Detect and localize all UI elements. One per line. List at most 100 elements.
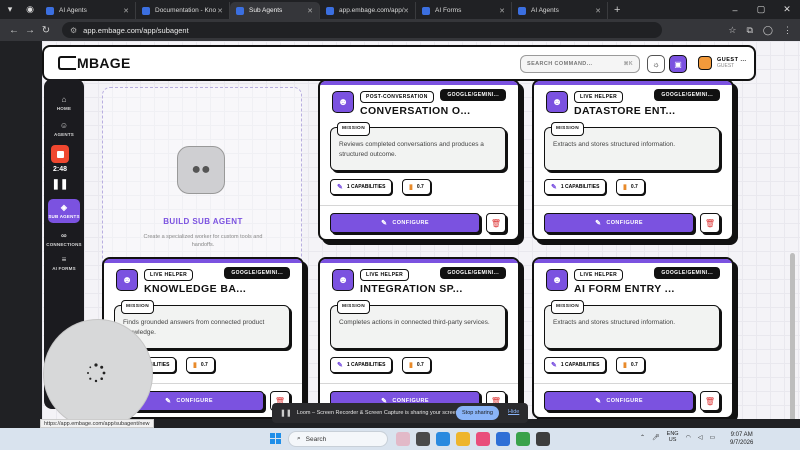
- delete-button[interactable]: 🗑︎: [700, 391, 720, 411]
- chrome-icon[interactable]: [516, 432, 530, 446]
- new-tab-button[interactable]: +: [614, 4, 620, 16]
- minimize-icon[interactable]: –: [722, 0, 748, 19]
- mission-label: MISSION: [337, 122, 371, 136]
- model-badge: GOOGLE/GEMINI...: [224, 267, 290, 279]
- close-tab-icon[interactable]: ✕: [595, 7, 601, 15]
- tab-label: AI Agents: [59, 7, 87, 14]
- mission-text: Extracts and stores structured informati…: [553, 319, 676, 326]
- sub-agent-card[interactable]: ☻ LIVE HELPER GOOGLE/GEMINI... DATASTORE EN…: [532, 79, 734, 241]
- tab-label: Documentation - Kno: [155, 7, 217, 14]
- configure-button[interactable]: ✎ CONFIGURE: [544, 213, 694, 233]
- maximize-icon[interactable]: ▢: [748, 0, 774, 19]
- build-sub-agent-card[interactable]: ●● BUILD SUB AGENT Create a specialized …: [102, 87, 302, 282]
- forward-icon[interactable]: →: [22, 25, 38, 36]
- close-tab-icon[interactable]: ✕: [307, 7, 313, 15]
- taskbar: ⌕ Search ⌃ 🎤︎ ENG US ◠ ◁ ▭ 9:07 AM 9/7/2…: [0, 428, 800, 450]
- close-tab-icon[interactable]: ✕: [403, 7, 409, 15]
- browser-tab[interactable]: AI Forms ✕: [416, 2, 512, 19]
- browser-tab[interactable]: app.embage.com/app/✕: [320, 2, 416, 19]
- sub-agent-card[interactable]: ☻ POST-CONVERSATION GOOGLE/GEMINI... CONVER…: [318, 79, 520, 241]
- temperature-pill: ▮ 0.7: [186, 357, 215, 373]
- temperature-text: 0.7: [416, 184, 424, 190]
- close-tab-icon[interactable]: ✕: [123, 7, 129, 15]
- wifi-icon[interactable]: ◠: [686, 434, 691, 441]
- stop-sharing-button[interactable]: Stop sharing: [456, 406, 499, 420]
- temperature-text: 0.7: [200, 362, 208, 368]
- sidebar-item-agents[interactable]: ☺ AGENTS: [44, 121, 84, 137]
- close-tab-icon[interactable]: ✕: [499, 7, 505, 15]
- search-command-input[interactable]: SEARCH COMMAND... ⌘K: [520, 55, 640, 73]
- tab-search-icon[interactable]: ▾: [0, 0, 20, 19]
- terminal-icon[interactable]: [536, 432, 550, 446]
- stop-recording-button[interactable]: [51, 145, 69, 163]
- notifications-icon[interactable]: ▣: [669, 55, 687, 73]
- edge-icon[interactable]: [436, 432, 450, 446]
- wrench-icon: ✎: [551, 362, 557, 369]
- sidebar-item-connections[interactable]: ∞ CONNECTIONS: [44, 231, 84, 247]
- configure-label: CONFIGURE: [392, 220, 429, 226]
- extensions-icon[interactable]: ⧉: [746, 25, 752, 36]
- sidebar-item-sub-agents[interactable]: ◈ SUB AGENTS: [48, 199, 80, 223]
- embage-logo[interactable]: MBAGE: [58, 55, 131, 71]
- search-placeholder: SEARCH COMMAND...: [527, 61, 593, 67]
- tab-label: AI Agents: [531, 7, 559, 14]
- browser-tab[interactable]: Documentation - Kno ✕: [136, 2, 230, 19]
- robot-icon: ☺: [59, 121, 69, 130]
- chevron-up-icon[interactable]: ⌃: [640, 434, 645, 441]
- microphone-icon[interactable]: 🎤︎: [652, 434, 660, 441]
- close-tab-icon[interactable]: ✕: [217, 7, 223, 15]
- pinned-tab-icon[interactable]: ◉: [20, 0, 40, 19]
- mission-label: MISSION: [337, 300, 371, 314]
- mission-text: Reviews completed conversations and prod…: [339, 141, 484, 158]
- volume-icon[interactable]: ◁: [698, 434, 703, 441]
- back-icon[interactable]: ←: [6, 25, 22, 36]
- user-menu[interactable]: GUEST ... GUEST: [698, 56, 747, 70]
- pause-recording-icon[interactable]: ❚❚: [49, 179, 71, 190]
- sidebar-item-label: AGENTS: [54, 132, 74, 137]
- sidebar-item-label: HOME: [56, 106, 72, 111]
- agent-title: INTEGRATION SP...: [360, 283, 463, 295]
- bookmark-star-icon[interactable]: ☆: [728, 25, 736, 36]
- sub-agent-card[interactable]: ☻ LIVE HELPER GOOGLE/GEMINI... INTEGRATION …: [318, 257, 520, 419]
- agent-type-tag: LIVE HELPER: [144, 269, 194, 281]
- browser-tab[interactable]: Sub Agents ✕: [230, 2, 320, 19]
- scrollbar[interactable]: [790, 253, 795, 419]
- sidebar-item-ai-forms[interactable]: ≡ AI FORMS: [44, 255, 84, 271]
- address-bar: ← → ↻ ⚙ app.embage.com/app/subagent ☆ ⧉ …: [0, 19, 800, 41]
- sidebar-item-home[interactable]: ⌂ HOME: [44, 95, 84, 111]
- temperature-pill: ▮ 0.7: [616, 357, 645, 373]
- url-input[interactable]: ⚙ app.embage.com/app/subagent: [62, 22, 662, 38]
- language-indicator[interactable]: ENG US: [667, 431, 679, 443]
- browser-tab[interactable]: AI Agents ✕: [40, 2, 136, 19]
- taskbar-search[interactable]: ⌕ Search: [288, 431, 388, 447]
- thermometer-icon: ▮: [409, 184, 413, 191]
- configure-button[interactable]: ✎ CONFIGURE: [544, 391, 694, 411]
- delete-button[interactable]: 🗑︎: [700, 213, 720, 233]
- menu-icon[interactable]: ⋮: [783, 25, 792, 36]
- model-badge: GOOGLE/GEMINI...: [654, 89, 720, 101]
- capabilities-text: 1 CAPABILITIES: [560, 184, 600, 190]
- battery-icon[interactable]: ▭: [709, 434, 715, 441]
- recording-time: 2:48: [52, 166, 67, 173]
- capabilities-text: 1 CAPABILITIES: [560, 362, 600, 368]
- mission-label: MISSION: [551, 300, 585, 314]
- profile-icon[interactable]: ◯: [763, 25, 773, 36]
- file-explorer-icon[interactable]: [456, 432, 470, 446]
- sub-agent-card[interactable]: ☻ LIVE HELPER GOOGLE/GEMINI... AI FORM ENTR…: [532, 257, 734, 419]
- copilot-icon[interactable]: [476, 432, 490, 446]
- theme-toggle-icon[interactable]: ☼: [647, 55, 665, 73]
- card-divider: [320, 205, 518, 206]
- reload-icon[interactable]: ↻: [38, 25, 54, 36]
- site-info-icon[interactable]: ⚙: [70, 26, 77, 35]
- vscode-icon[interactable]: [496, 432, 510, 446]
- clock[interactable]: 9:07 AM 9/7/2026: [730, 431, 753, 447]
- browser-tab[interactable]: AI Agents ✕: [512, 2, 608, 19]
- delete-button[interactable]: 🗑︎: [486, 213, 506, 233]
- windows-start-icon[interactable]: [270, 433, 281, 444]
- configure-button[interactable]: ✎ CONFIGURE: [330, 213, 480, 233]
- widgets-icon[interactable]: [396, 432, 410, 446]
- close-window-icon[interactable]: ✕: [774, 0, 800, 19]
- model-badge: GOOGLE/GEMINI...: [440, 267, 506, 279]
- hide-share-bar-link[interactable]: Hide: [508, 409, 519, 415]
- task-view-icon[interactable]: [416, 432, 430, 446]
